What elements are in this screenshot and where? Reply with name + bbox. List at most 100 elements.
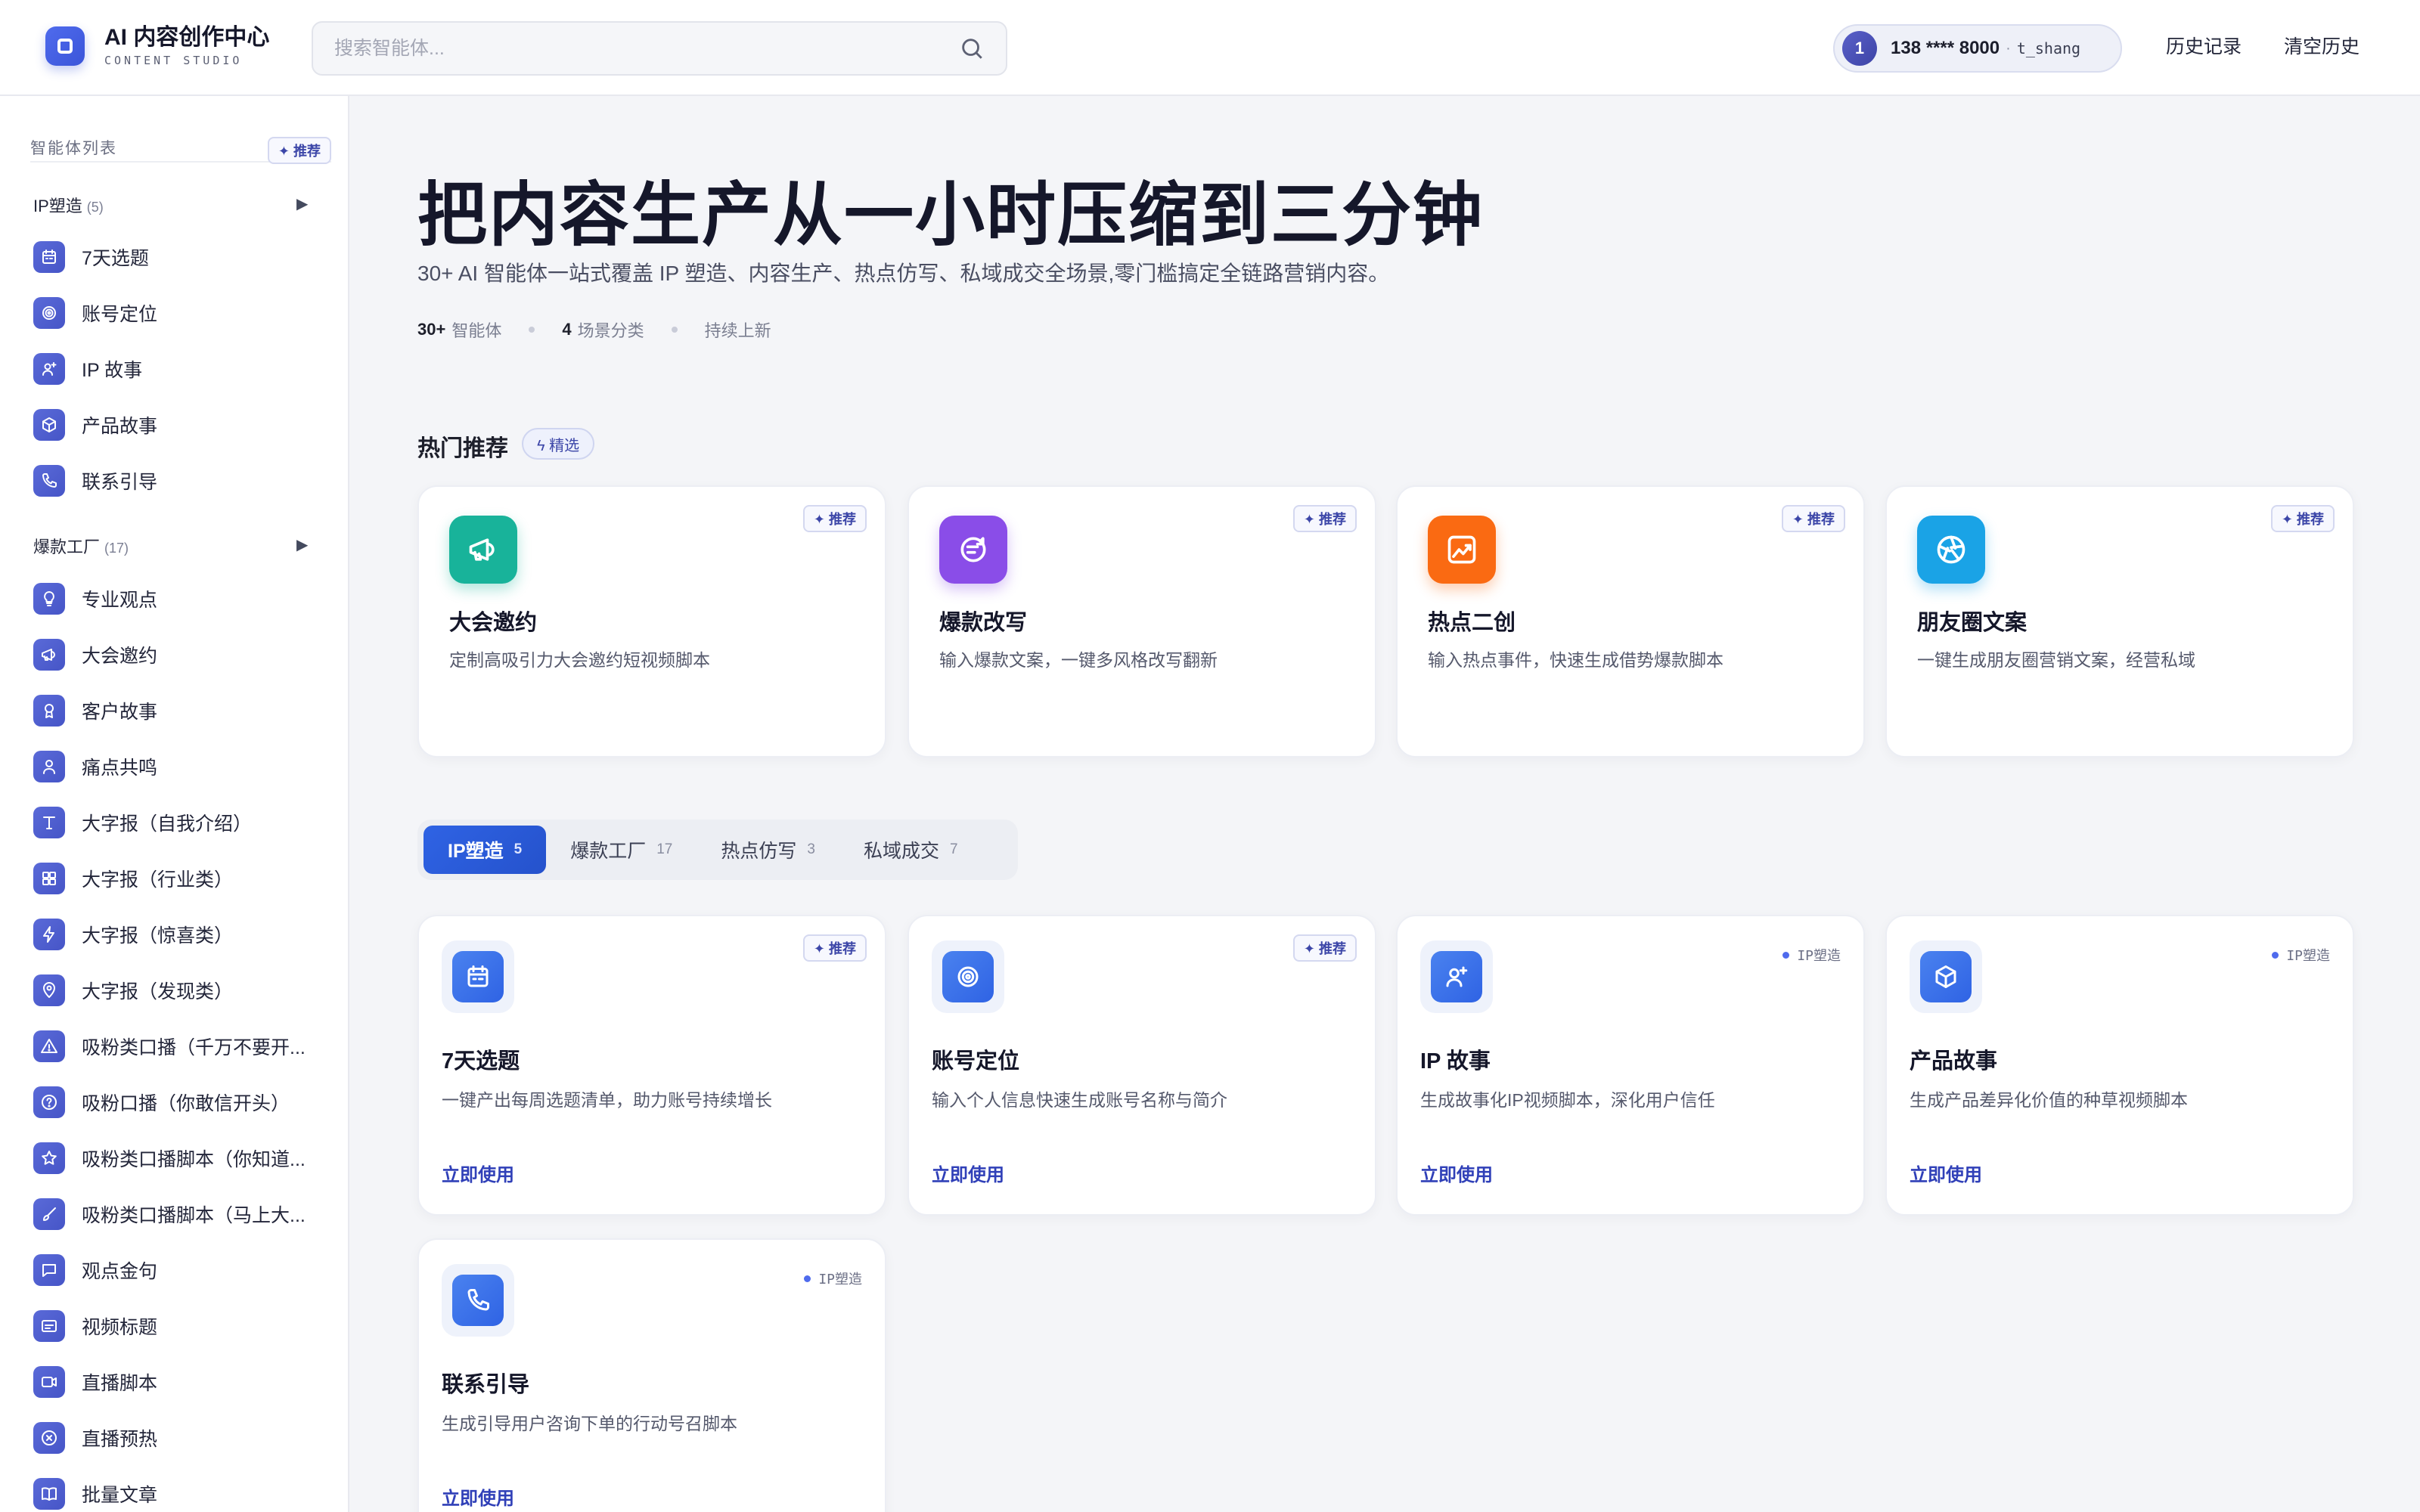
warning-icon [33, 1030, 65, 1062]
sidebar-item-label: 大字报（惊喜类） [82, 925, 234, 947]
agent-card[interactable]: IP塑造 IP 故事 生成故事化IP视频脚本，深化用户信任 立即使用 [1396, 915, 1865, 1216]
card-title: 大会邀约 [449, 611, 538, 635]
sidebar-item[interactable]: 吸粉类口播（千万不要开... [33, 1027, 336, 1065]
sidebar-item[interactable]: 大字报（行业类） [33, 860, 336, 897]
use-now-link[interactable]: 立即使用 [1910, 1160, 1982, 1186]
sidebar-item[interactable]: 大字报（发现类） [33, 971, 336, 1009]
stat-categories-label: 场景分类 [577, 321, 644, 340]
agent-card[interactable]: IP塑造 产品故事 生成产品差异化价值的种草视频脚本 立即使用 [1885, 915, 2354, 1216]
tab-viral-factory[interactable]: 爆款工厂 17 [546, 826, 697, 874]
video-icon [33, 1366, 65, 1398]
tab-trend-rewrite[interactable]: 热点仿写 3 [697, 826, 839, 874]
star-icon [33, 1142, 65, 1174]
brand[interactable]: AI 内容创作中心 CONTENT STUDIO [45, 25, 269, 67]
sidebar-item[interactable]: 账号定位 [33, 294, 336, 332]
user-separator: · [2006, 39, 2011, 57]
book-icon [33, 1478, 65, 1510]
sidebar-item[interactable]: 大字报（惊喜类） [33, 916, 336, 953]
use-now-link[interactable]: 立即使用 [442, 1483, 514, 1510]
card-title: 产品故事 [1910, 1049, 1998, 1074]
sidebar-item-label: 吸粉口播（你敢信开头） [82, 1093, 290, 1114]
cancel-circle-icon [33, 1422, 65, 1454]
tab-ip[interactable]: IP塑造 5 [424, 826, 547, 874]
recommend-badge: ✦ 推荐 [1781, 505, 1845, 532]
sidebar-item[interactable]: 视频标题 [33, 1307, 336, 1345]
use-now-link[interactable]: 立即使用 [932, 1160, 1004, 1186]
hot-card[interactable]: ✦ 推荐 朋友圈文案 一键生成朋友圈营销文案，经营私域 [1885, 485, 2354, 758]
aperture-icon [1917, 516, 1985, 584]
recommend-badge: ✦ 推荐 [1292, 505, 1357, 532]
hero-title: 把内容生产从一小时压缩到三分钟 [417, 177, 1485, 254]
card-title: 热点二创 [1428, 611, 1516, 635]
sidebar-item[interactable]: 吸粉类口播脚本（马上大... [33, 1195, 336, 1233]
recommend-badge: ✦ 推荐 [2270, 505, 2335, 532]
agent-card[interactable]: IP塑造 联系引导 生成引导用户咨询下单的行动号召脚本 立即使用 [417, 1238, 886, 1512]
sidebar-group-ip[interactable]: IP塑造 (5) [33, 193, 104, 217]
sidebar-item[interactable]: 直播预热 [33, 1419, 336, 1457]
user-name: t_shang [2016, 39, 2081, 57]
expand-arrow-icon[interactable]: ▶ [296, 535, 308, 554]
sidebar-item[interactable]: 观点金句 [33, 1251, 336, 1289]
bolt-icon [33, 919, 65, 950]
sidebar: 智能体列表 ✦ 推荐 IP塑造 (5) ▶ 7天选题 账号定位 IP 故事 产品故事 联系… [0, 96, 349, 1512]
use-now-link[interactable]: 立即使用 [1420, 1160, 1493, 1186]
sidebar-item[interactable]: 大会邀约 [33, 636, 336, 674]
sidebar-item[interactable]: 产品故事 [33, 406, 336, 444]
sidebar-item[interactable]: 大字报（自我介绍） [33, 804, 336, 841]
sidebar-item[interactable]: 痛点共鸣 [33, 748, 336, 785]
card-title: 爆款改写 [939, 611, 1028, 635]
target-icon [932, 940, 1004, 1013]
person-icon [33, 751, 65, 782]
sidebar-item[interactable]: 吸粉类口播脚本（你知道... [33, 1139, 336, 1177]
sidebar-item[interactable]: 客户故事 [33, 692, 336, 730]
sidebar-item[interactable]: 7天选题 [33, 238, 336, 276]
use-now-link[interactable]: 立即使用 [442, 1160, 514, 1186]
category-tag: IP塑造 [804, 1269, 862, 1288]
sidebar-item[interactable]: 吸粉口播（你敢信开头） [33, 1083, 336, 1121]
sidebar-item[interactable]: 直播脚本 [33, 1363, 336, 1401]
stat-divider [671, 327, 678, 333]
card-description: 生成引导用户咨询下单的行动号召脚本 [442, 1414, 737, 1433]
user-pill[interactable]: 1 138 **** 8000 · t_shang [1833, 24, 2122, 73]
card-description: 输入热点事件，快速生成借势爆款脚本 [1428, 650, 1723, 670]
card-description: 一键产出每周选题清单，助力账号持续增长 [442, 1090, 772, 1110]
sidebar-item[interactable]: IP 故事 [33, 350, 336, 388]
sidebar-item-label: 7天选题 [82, 248, 149, 269]
sidebar-item[interactable]: 联系引导 [33, 462, 336, 500]
user-phone: 138 **** 8000 [1891, 38, 2000, 58]
tab-private-sales[interactable]: 私域成交 7 [839, 826, 982, 874]
search-icon[interactable] [959, 36, 985, 61]
recommend-badge: ✦ 推荐 [802, 934, 867, 962]
stat-agents-label: 智能体 [451, 321, 502, 340]
history-link[interactable]: 历史记录 [2166, 32, 2242, 59]
pin-icon [33, 974, 65, 1006]
hot-card[interactable]: ✦ 推荐热点二创输入热点事件，快速生成借势爆款脚本 [1396, 485, 1865, 758]
search-input[interactable] [334, 37, 959, 60]
sidebar-item[interactable]: 批量文章 [33, 1475, 336, 1512]
category-tag: IP塑造 [2272, 945, 2330, 965]
sidebar-group-viral[interactable]: 爆款工厂 (17) [33, 534, 129, 558]
sidebar-item-label: 吸粉类口播脚本（马上大... [82, 1205, 306, 1226]
sidebar-item-label: 产品故事 [82, 416, 158, 437]
category-tag: IP塑造 [1782, 945, 1841, 965]
bulb-icon [33, 583, 65, 615]
calendar-icon [442, 940, 514, 1013]
agent-card[interactable]: ✦ 推荐 7天选题 一键产出每周选题清单，助力账号持续增长 立即使用 [417, 915, 886, 1216]
expand-arrow-icon[interactable]: ▶ [296, 194, 308, 213]
agent-card[interactable]: ✦ 推荐 账号定位 输入个人信息快速生成账号名称与简介 立即使用 [908, 915, 1376, 1216]
sidebar-item-label: 吸粉类口播（千万不要开... [82, 1037, 306, 1058]
sidebar-item[interactable]: 专业观点 [33, 580, 336, 618]
sidebar-item-label: 账号定位 [82, 304, 158, 325]
search-box[interactable] [312, 21, 1007, 76]
sidebar-item-label: 大会邀约 [82, 646, 158, 667]
sidebar-item-label: 大字报（发现类） [82, 981, 234, 1002]
hot-card[interactable]: ✦ 推荐 大会邀约 定制高吸引力大会邀约短视频脚本 [417, 485, 886, 758]
card-title: 账号定位 [932, 1049, 1020, 1074]
hot-card[interactable]: ✦ 推荐 爆款改写 输入爆款文案，一键多风格改写翻新 [908, 485, 1376, 758]
clear-history-link[interactable]: 清空历史 [2284, 32, 2360, 59]
sidebar-recommend-badge[interactable]: ✦ 推荐 [267, 137, 331, 164]
sidebar-item-label: 联系引导 [82, 472, 158, 493]
app-title: AI 内容创作中心 [104, 25, 270, 50]
award-icon [33, 695, 65, 727]
sidebar-item-label: 客户故事 [82, 702, 158, 723]
